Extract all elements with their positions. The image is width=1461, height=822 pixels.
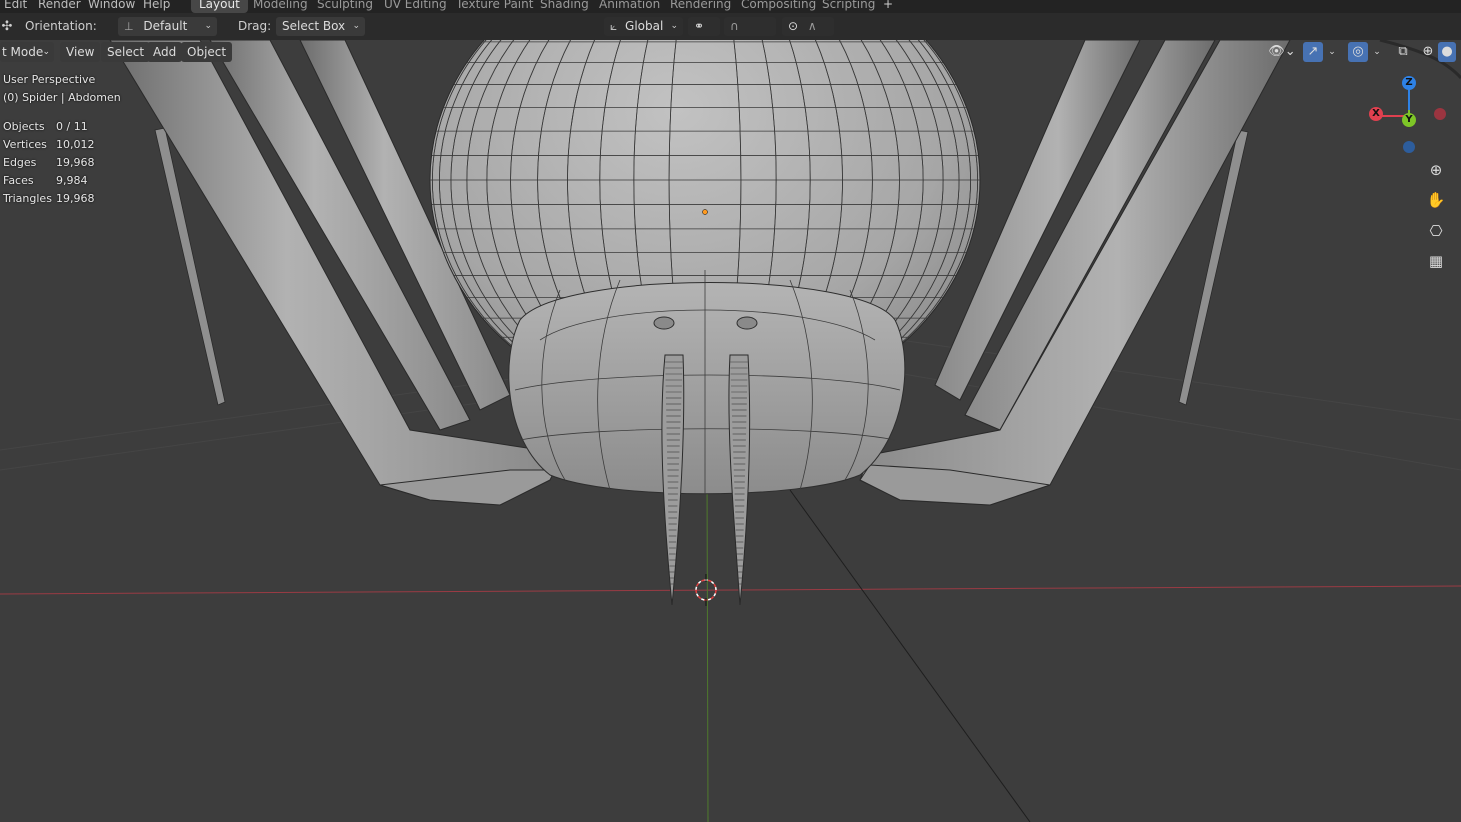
solid-shading-icon[interactable]: ● [1438, 42, 1456, 62]
gizmo-toggle-icon[interactable]: ↗ [1303, 42, 1323, 62]
orientation-label: Orientation: [25, 19, 97, 33]
stat-value: 19,968 [56, 192, 95, 205]
gizmo-neg-x-axis[interactable] [1434, 108, 1446, 120]
proportional-editing-icon[interactable]: ⊙ [788, 19, 798, 33]
menu-window[interactable]: Window [88, 0, 135, 13]
stat-value: 19,968 [56, 156, 95, 169]
ortho-grid-icon[interactable]: ▦ [1423, 248, 1449, 274]
stat-triangles: Triangles 19,968 [3, 192, 95, 205]
gizmo-neg-z-axis[interactable] [1403, 141, 1415, 153]
proportional-group[interactable]: ⊙ ∧ [782, 17, 834, 36]
tab-scripting[interactable]: Scripting [814, 0, 883, 13]
stat-value: 9,984 [56, 174, 88, 187]
camera-guide-line [789, 489, 1031, 822]
chevron-down-icon: ⌄ [670, 21, 678, 31]
menu-edit[interactable]: Edit [4, 0, 27, 13]
tab-sculpting[interactable]: Sculpting [309, 0, 381, 13]
stat-label: Objects [3, 120, 45, 133]
stat-edges: Edges 19,968 [3, 156, 95, 169]
transform-pivot-icon: ⊥ [124, 20, 134, 33]
pivot-icon: ⚭ [694, 19, 705, 33]
stat-value: 0 / 11 [56, 120, 88, 133]
tab-rendering[interactable]: Rendering [662, 0, 739, 13]
falloff-icon[interactable]: ∧ [808, 19, 817, 33]
snap-group[interactable]: ∩ ⋮⋮ [724, 17, 776, 52]
stat-label: Faces [3, 174, 34, 187]
camera-view-icon[interactable]: ⎔ [1423, 218, 1449, 244]
tab-shading[interactable]: Shading [532, 0, 597, 13]
cursor-tool-icon[interactable]: ✣ [0, 17, 14, 36]
stat-objects: Objects 0 / 11 [3, 120, 88, 133]
mode-value: t Mode [2, 45, 44, 59]
gizmo-x-axis[interactable]: X [1369, 107, 1383, 121]
stat-value: 10,012 [56, 138, 95, 151]
global-orientation-icon: ⟀ [610, 19, 618, 33]
x-axis-line [0, 585, 1461, 595]
orientation-dropdown[interactable]: ⊥ Default ⌄ [118, 17, 217, 36]
chevron-down-icon: ⌄ [42, 47, 50, 57]
xray-toggle-icon[interactable]: ⧉ [1393, 42, 1413, 62]
head-mesh [508, 270, 906, 495]
overlays-toggle-icon[interactable]: ◎ [1348, 42, 1368, 62]
tab-uv-editing[interactable]: UV Editing [376, 0, 455, 13]
gizmo-y-axis[interactable]: Y [1402, 113, 1416, 127]
3d-viewport[interactable]: t Mode ⌄ View Select Add Object 👁⌄ ↗ ⌄ ◎… [0, 40, 1461, 822]
perspective-label: User Perspective [3, 73, 96, 86]
drag-dropdown[interactable]: Select Box ⌄ [276, 17, 365, 36]
object-origin-dot [702, 209, 708, 215]
tool-settings-header: ✣ Orientation: ⊥ Default ⌄ Drag: Select … [0, 13, 1461, 52]
top-menu-bar: Edit Render Window Help Layout Modeling … [0, 0, 1461, 13]
zoom-icon[interactable]: ⊕ [1423, 157, 1449, 183]
transform-orientation-value: Global [625, 19, 664, 33]
hand-pan-icon[interactable]: ✋ [1423, 187, 1449, 213]
menu-render[interactable]: Render [38, 0, 81, 13]
drag-label: Drag: [238, 19, 272, 33]
chevron-down-icon[interactable]: ⌄ [1370, 42, 1384, 62]
wireframe-shading-icon[interactable]: ⊕ [1418, 42, 1438, 62]
select-menu[interactable]: Select [101, 42, 151, 62]
stat-vertices: Vertices 10,012 [3, 138, 95, 151]
stat-label: Triangles [3, 192, 52, 205]
tab-modeling[interactable]: Modeling [245, 0, 316, 13]
stat-faces: Faces 9,984 [3, 174, 88, 187]
chevron-down-icon: ⌄ [352, 21, 360, 31]
mode-dropdown[interactable]: t Mode ⌄ [0, 42, 54, 62]
transform-orientation-dropdown[interactable]: ⟀ Global ⌄ [604, 17, 683, 36]
chevron-down-icon[interactable]: ⌄ [1325, 42, 1339, 62]
chevron-down-icon: ⌄ [204, 21, 212, 31]
tab-texture-paint[interactable]: Texture Paint [448, 0, 541, 13]
tab-layout[interactable]: Layout [191, 0, 248, 13]
view-menu[interactable]: View [60, 42, 101, 62]
gizmo-z-axis[interactable]: Z [1402, 76, 1416, 90]
stat-label: Edges [3, 156, 37, 169]
object-info-label: (0) Spider | Abdomen [3, 91, 121, 104]
add-menu[interactable]: Add [147, 42, 183, 62]
tab-animation[interactable]: Animation [591, 0, 668, 13]
orientation-value: Default [143, 19, 188, 33]
drag-value: Select Box [282, 19, 346, 33]
object-menu[interactable]: Object [181, 42, 233, 62]
add-workspace-icon[interactable]: + [875, 0, 901, 13]
snap-magnet-icon[interactable]: ∩ [730, 19, 739, 33]
y-axis-line [706, 469, 709, 822]
axis-gizmo-lines [1380, 88, 1410, 117]
visibility-eye-icon[interactable]: 👁⌄ [1266, 42, 1298, 62]
viewport-scene [0, 40, 1461, 822]
pivot-point-dropdown[interactable]: ⚭ [688, 17, 720, 36]
tab-compositing[interactable]: Compositing [733, 0, 824, 13]
menu-help[interactable]: Help [143, 0, 170, 13]
stat-label: Vertices [3, 138, 47, 151]
